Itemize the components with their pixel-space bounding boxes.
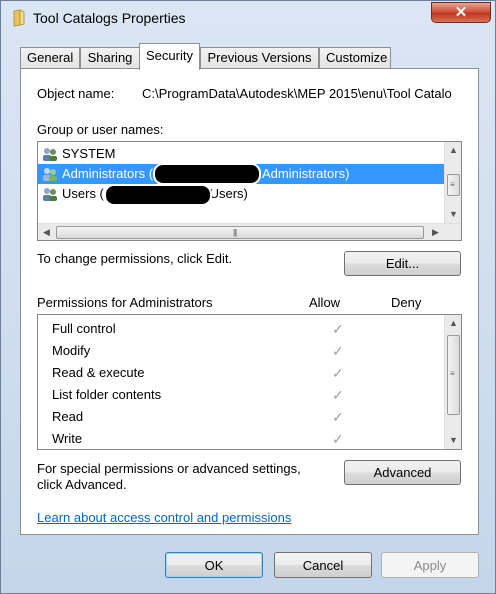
apply-button[interactable]: Apply bbox=[381, 552, 479, 578]
group-horizontal-scrollbar[interactable]: ◀ ||| ▶ bbox=[38, 223, 461, 240]
title-bar[interactable]: Tool Catalogs Properties ✕ bbox=[1, 1, 495, 35]
advanced-button[interactable]: Advanced bbox=[344, 460, 461, 485]
properties-window: Tool Catalogs Properties ✕ General Shari… bbox=[0, 0, 496, 594]
permissions-header: Permissions for Administrators bbox=[37, 295, 213, 310]
close-icon: ✕ bbox=[454, 4, 468, 21]
folder-icon bbox=[13, 9, 25, 27]
user-group-icon bbox=[43, 188, 57, 201]
checkmark-icon: ✓ bbox=[332, 431, 344, 447]
redaction-mark bbox=[106, 186, 210, 204]
object-name-value: C:\ProgramData\Autodesk\MEP 2015\enu\Too… bbox=[142, 86, 452, 101]
scroll-thumb[interactable]: ≡ bbox=[447, 174, 460, 196]
cancel-button[interactable]: Cancel bbox=[274, 552, 372, 578]
scroll-up-icon[interactable]: ▲ bbox=[445, 315, 461, 332]
group-label: Group or user names: bbox=[37, 122, 164, 137]
permission-row: Modify ✓ bbox=[52, 340, 442, 362]
user-name-administrators: Administrators ( bbox=[62, 166, 154, 181]
user-name-system: SYSTEM bbox=[62, 146, 116, 161]
grip-icon: ≡ bbox=[450, 369, 455, 378]
scroll-thumb[interactable]: ≡ bbox=[447, 335, 460, 415]
list-item-system[interactable]: SYSTEM bbox=[38, 144, 444, 164]
permission-row: Read ✓ bbox=[52, 406, 442, 428]
group-listbox[interactable]: SYSTEM Administrators ( Administrators) … bbox=[37, 141, 462, 241]
permission-row: List folder contents ✓ bbox=[52, 384, 442, 406]
close-button[interactable]: ✕ bbox=[431, 2, 491, 23]
tab-sharing[interactable]: Sharing bbox=[80, 47, 140, 69]
object-name-label: Object name: bbox=[37, 86, 115, 101]
window-title: Tool Catalogs Properties bbox=[33, 10, 186, 26]
checkmark-icon: ✓ bbox=[332, 387, 344, 403]
scroll-corner bbox=[444, 224, 461, 240]
user-domain-administrators: Administrators) bbox=[262, 166, 350, 181]
checkmark-icon: ✓ bbox=[332, 343, 344, 359]
permissions-vertical-scrollbar[interactable]: ▲ ≡ ▼ bbox=[444, 315, 461, 449]
user-group-icon bbox=[43, 168, 57, 181]
security-panel: Object name: C:\ProgramData\Autodesk\MEP… bbox=[20, 68, 479, 535]
learn-more-link[interactable]: Learn about access control and permissio… bbox=[37, 510, 291, 525]
user-domain-users: \Users) bbox=[206, 186, 248, 201]
tab-security[interactable]: Security bbox=[139, 43, 200, 70]
allow-header: Allow bbox=[309, 295, 341, 310]
checkmark-icon: ✓ bbox=[332, 409, 344, 425]
tab-previous-versions[interactable]: Previous Versions bbox=[200, 47, 319, 69]
grip-icon: ||| bbox=[233, 228, 237, 237]
scroll-down-icon[interactable]: ▼ bbox=[445, 432, 461, 449]
permission-name: Modify bbox=[52, 343, 91, 358]
permission-name: Read & execute bbox=[52, 365, 145, 380]
scroll-down-icon[interactable]: ▼ bbox=[445, 206, 461, 223]
tab-customize[interactable]: Customize bbox=[319, 47, 391, 69]
permission-row: Full control ✓ bbox=[52, 318, 442, 340]
permission-row: Read & execute ✓ bbox=[52, 362, 442, 384]
permission-name: Full control bbox=[52, 321, 116, 336]
permission-name: Write bbox=[52, 431, 83, 446]
ok-button[interactable]: OK bbox=[165, 552, 263, 578]
user-name-users: Users ( bbox=[62, 186, 104, 201]
user-group-icon bbox=[43, 148, 57, 161]
group-vertical-scrollbar[interactable]: ▲ ≡ ▼ bbox=[444, 142, 461, 223]
scroll-left-icon[interactable]: ◀ bbox=[38, 224, 55, 240]
list-item-users[interactable]: Users ( \Users) bbox=[38, 184, 444, 204]
permissions-listbox: Full control ✓ Modify ✓ Read & execute ✓… bbox=[37, 314, 462, 450]
tab-general[interactable]: General bbox=[20, 47, 80, 69]
checkmark-icon: ✓ bbox=[332, 365, 344, 381]
permission-name: Read bbox=[52, 409, 84, 424]
edit-button[interactable]: Edit... bbox=[344, 251, 461, 276]
special-permissions-text-line2: click Advanced. bbox=[37, 477, 127, 492]
redaction-mark bbox=[155, 165, 259, 183]
permission-name: List folder contents bbox=[52, 387, 162, 402]
special-permissions-text-line1: For special permissions or advanced sett… bbox=[37, 461, 301, 476]
scroll-up-icon[interactable]: ▲ bbox=[445, 142, 461, 159]
permission-row: Write ✓ bbox=[52, 428, 442, 449]
grip-icon: ≡ bbox=[450, 180, 455, 189]
deny-header: Deny bbox=[391, 295, 422, 310]
scroll-right-icon[interactable]: ▶ bbox=[427, 224, 444, 240]
checkmark-icon: ✓ bbox=[332, 321, 344, 337]
scroll-thumb-horizontal[interactable]: ||| bbox=[56, 226, 424, 239]
change-permissions-text: To change permissions, click Edit. bbox=[37, 251, 233, 266]
